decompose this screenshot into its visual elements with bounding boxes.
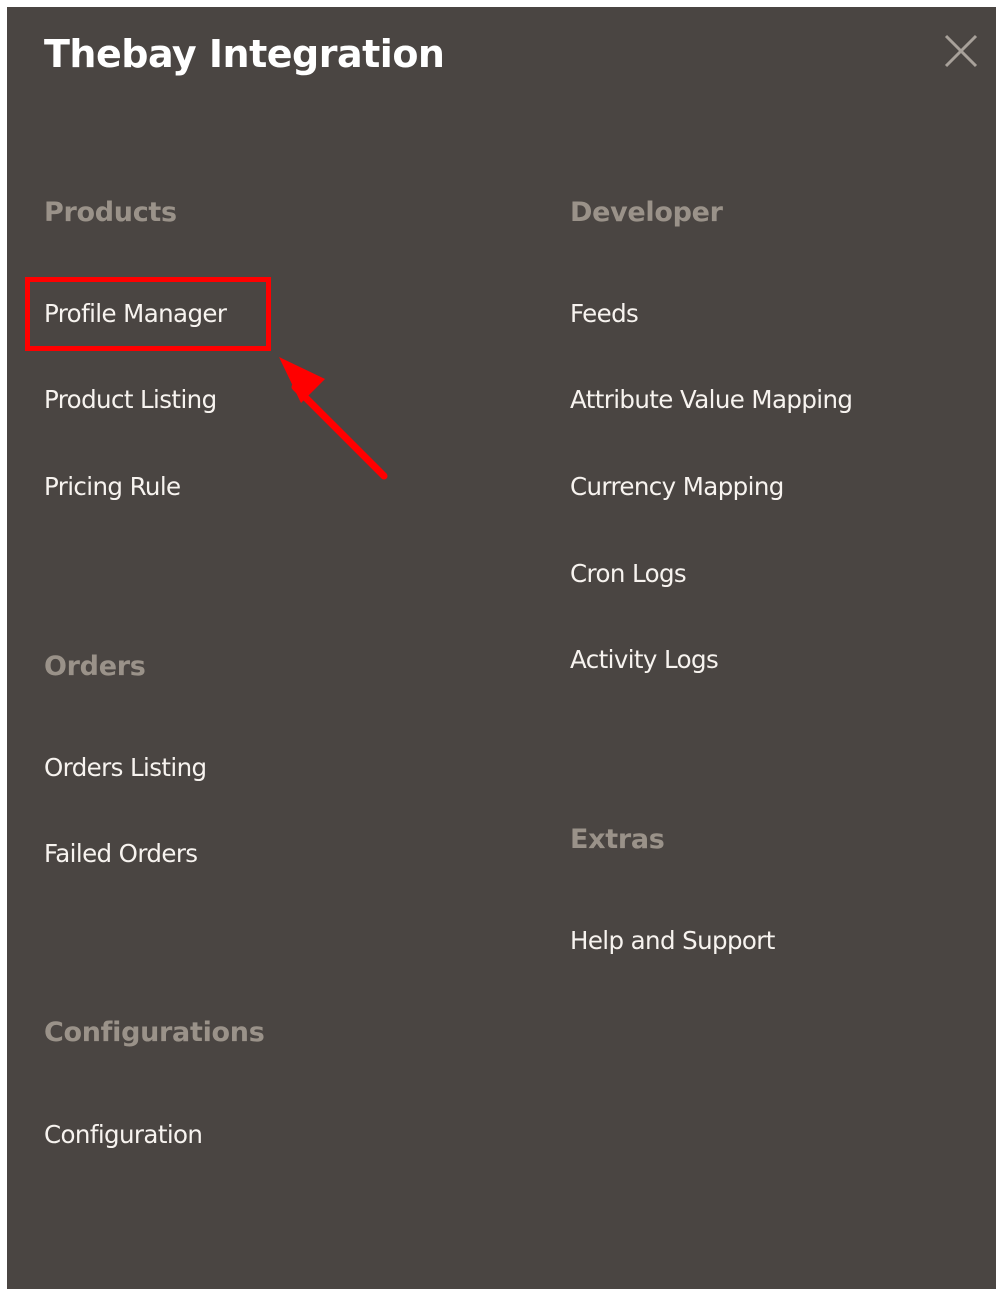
- menu-item-attribute-value-mapping[interactable]: Attribute Value Mapping: [570, 385, 853, 414]
- section-heading-developer: Developer: [570, 197, 723, 228]
- red-arrow-annotation: [279, 357, 388, 480]
- section-heading-orders: Orders: [44, 651, 146, 682]
- close-icon: [944, 34, 978, 68]
- menu-item-cron-logs[interactable]: Cron Logs: [570, 559, 687, 588]
- section-heading-products: Products: [44, 197, 177, 228]
- menu-item-pricing-rule[interactable]: Pricing Rule: [44, 472, 181, 501]
- menu-item-orders-listing[interactable]: Orders Listing: [44, 753, 207, 782]
- menu-item-activity-logs[interactable]: Activity Logs: [570, 645, 719, 674]
- close-button[interactable]: [941, 31, 981, 71]
- menu-item-profile-manager[interactable]: Profile Manager: [44, 299, 227, 328]
- menu-item-help-and-support[interactable]: Help and Support: [570, 926, 775, 955]
- menu-item-failed-orders[interactable]: Failed Orders: [44, 839, 198, 868]
- menu-item-configuration[interactable]: Configuration: [44, 1120, 203, 1149]
- panel-title: Thebay Integration: [44, 32, 445, 76]
- menu-item-product-listing[interactable]: Product Listing: [44, 385, 217, 414]
- menu-item-feeds[interactable]: Feeds: [570, 299, 639, 328]
- section-heading-configurations: Configurations: [44, 1017, 265, 1048]
- integration-menu-panel: Thebay Integration Products Profile Mana…: [7, 7, 996, 1289]
- section-heading-extras: Extras: [570, 824, 665, 855]
- menu-item-currency-mapping[interactable]: Currency Mapping: [570, 472, 784, 501]
